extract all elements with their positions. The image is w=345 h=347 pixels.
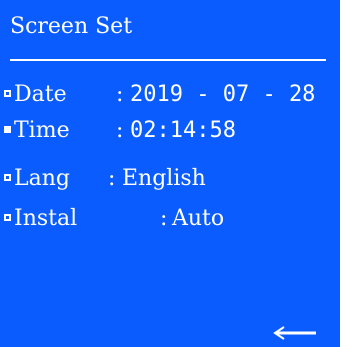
title-divider: [10, 59, 326, 61]
selected-marker-icon: [4, 126, 11, 133]
menu-item-colon: :: [108, 166, 116, 191]
menu-item-lang[interactable]: Lang : English: [4, 165, 340, 193]
menu-item-date[interactable]: Date : 2019 - 07 - 28: [4, 81, 340, 109]
install-value[interactable]: Auto: [172, 205, 224, 233]
page-title: Screen Set: [10, 14, 133, 39]
date-value[interactable]: 2019 - 07 - 28: [130, 81, 315, 109]
left-arrow-icon[interactable]: [272, 323, 318, 343]
menu-item-instal[interactable]: Instal : Auto: [4, 205, 340, 233]
menu-item-label: Date: [14, 82, 67, 107]
menu-item-time[interactable]: Time : 02:14:58: [4, 117, 340, 145]
menu-item-label: Time: [14, 118, 70, 143]
unselected-marker-icon: [4, 90, 11, 97]
menu-item-label: Lang: [14, 166, 70, 191]
menu-item-colon: :: [116, 82, 124, 107]
language-value[interactable]: English: [122, 165, 206, 193]
time-value[interactable]: 02:14:58: [130, 117, 236, 145]
screen-set-panel: Screen Set Date : 2019 - 07 - 28 Time : …: [0, 0, 340, 347]
menu-item-colon: :: [160, 206, 168, 231]
unselected-marker-icon: [4, 174, 11, 181]
unselected-marker-icon: [4, 214, 11, 221]
menu-item-colon: :: [116, 118, 124, 143]
menu-item-label: Instal: [14, 206, 78, 231]
